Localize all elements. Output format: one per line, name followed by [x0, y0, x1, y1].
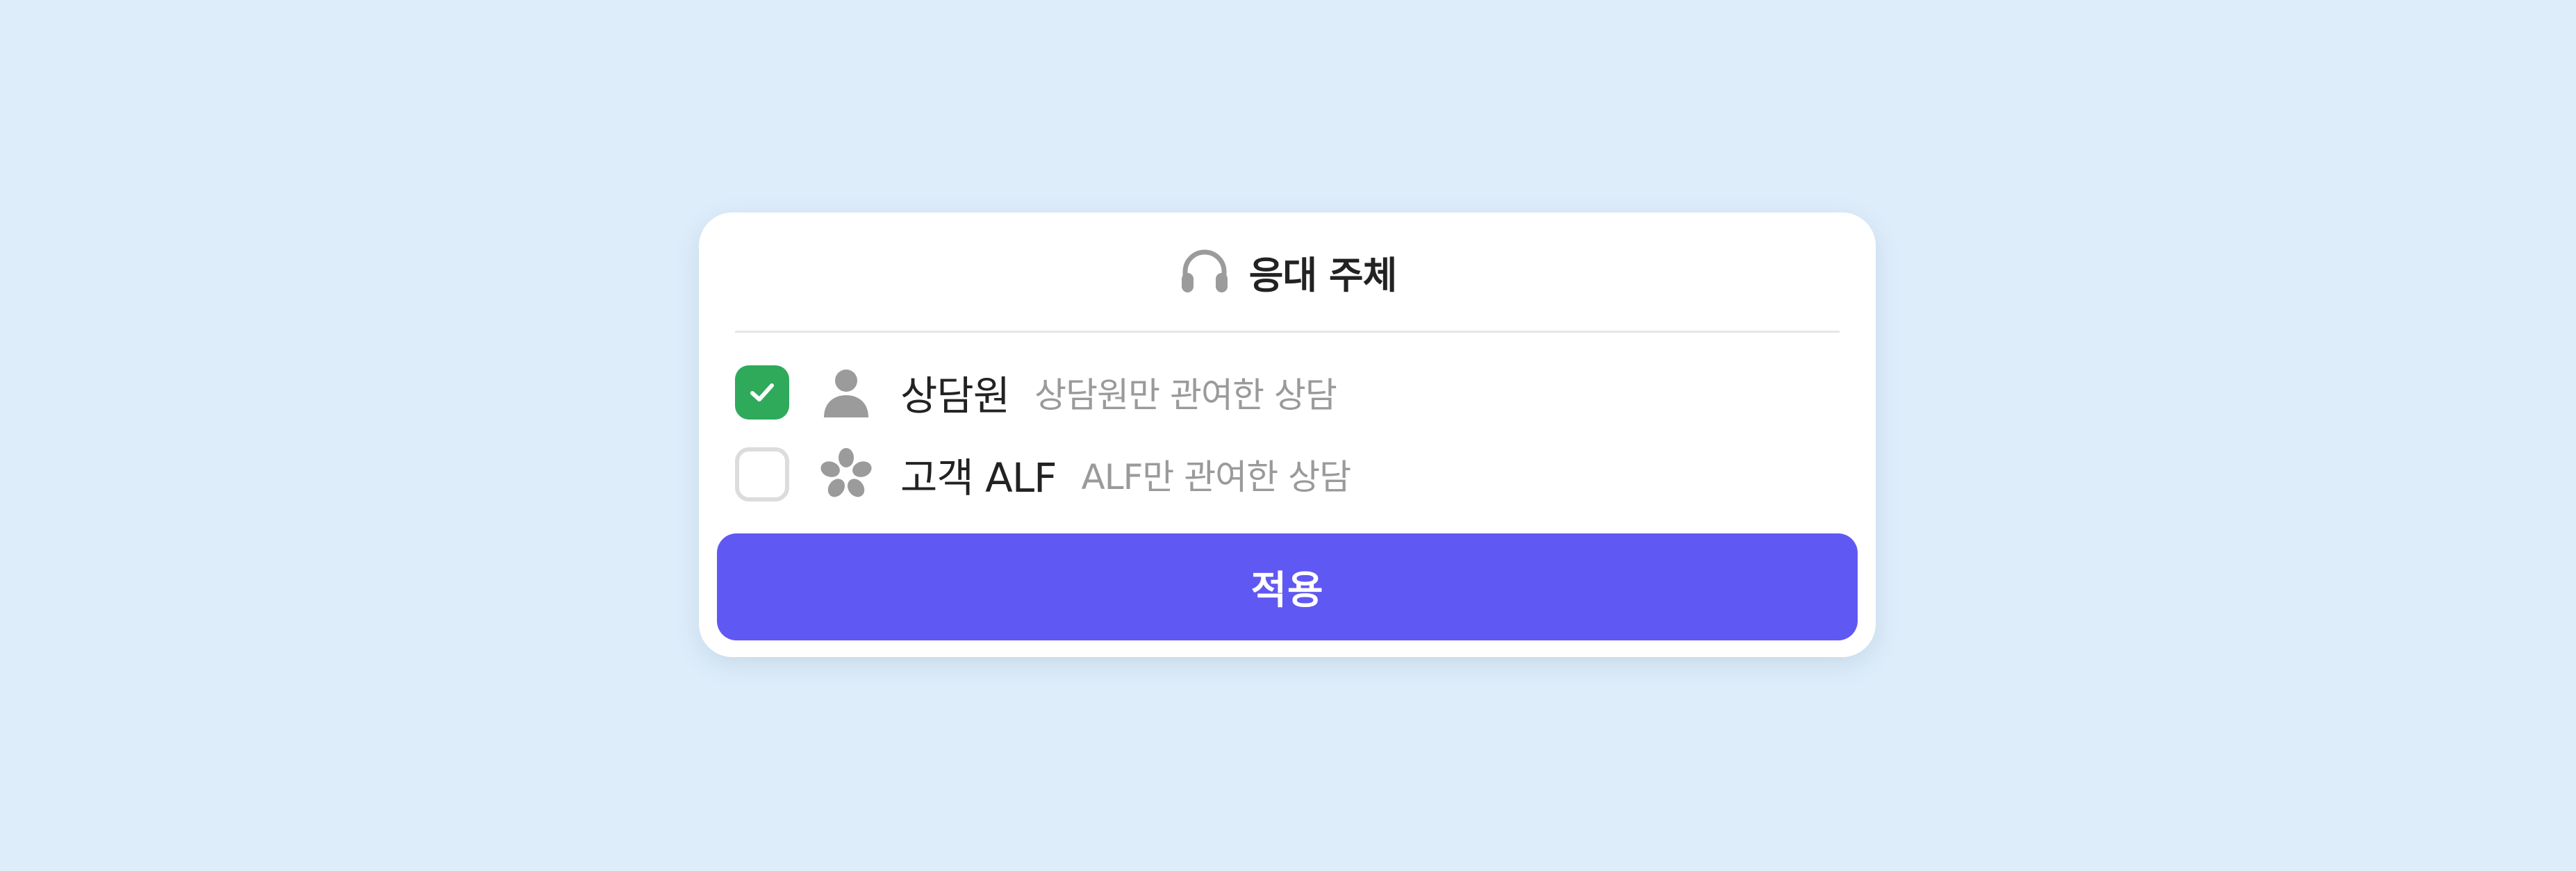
option-alf[interactable]: 고객 ALF ALF만 관여한 상담 [735, 442, 1840, 507]
panel-header: 응대 주체 [699, 213, 1876, 331]
person-icon [818, 365, 874, 420]
option-label-agent: 상담원 [900, 372, 1010, 420]
header-divider [735, 331, 1840, 333]
panel-title: 응대 주체 [1248, 253, 1398, 297]
apply-button[interactable]: 적용 [717, 533, 1858, 640]
option-desc-agent: 상담원만 관여한 상담 [1034, 375, 1337, 415]
filter-panel: 응대 주체 상담원 상담원만 관여한 상담 고객 ALF ALF만 관여한 상담… [699, 213, 1876, 657]
option-desc-alf: ALF만 관여한 상담 [1081, 457, 1352, 497]
option-label-alf: 고객 ALF [900, 454, 1057, 501]
headphones-icon [1178, 245, 1231, 298]
check-icon [750, 383, 774, 401]
flower-icon [818, 447, 874, 502]
agent-checkbox[interactable] [735, 365, 789, 420]
alf-checkbox[interactable] [735, 447, 789, 501]
apply-button-label: 적용 [1250, 567, 1324, 613]
option-agent[interactable]: 상담원 상담원만 관여한 상담 [735, 360, 1840, 425]
